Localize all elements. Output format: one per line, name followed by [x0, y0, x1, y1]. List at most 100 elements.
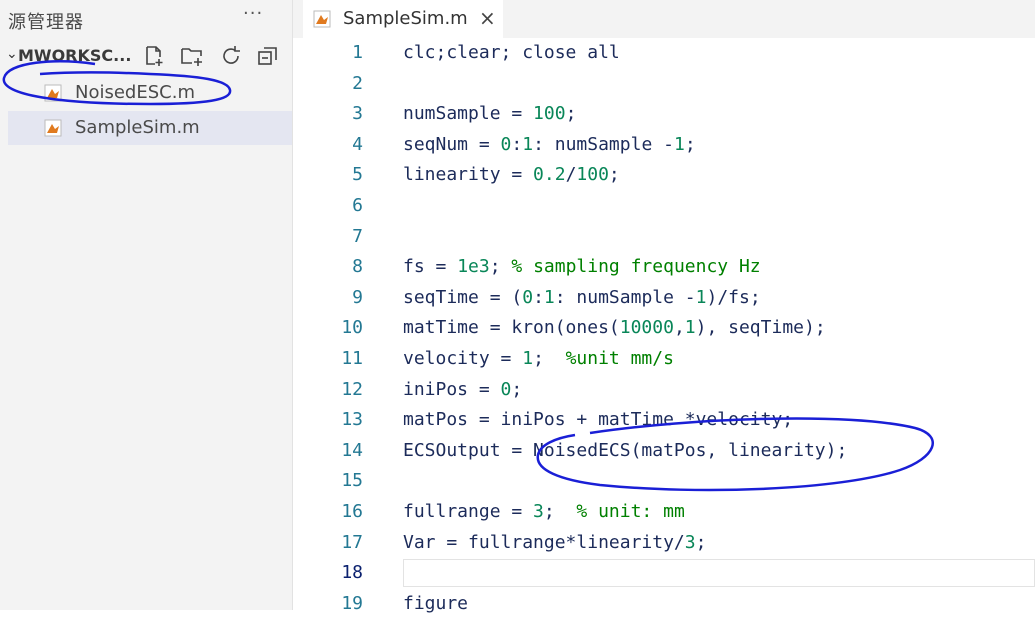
- code-line[interactable]: 8 fs = 1e3; % sampling frequency Hz: [293, 253, 1035, 283]
- code-line[interactable]: 1 clc;clear; close all: [293, 39, 1035, 69]
- code-line[interactable]: 5 linearity = 0.2/100;: [293, 161, 1035, 191]
- code-text: seqTime = (0:1: numSample -1)/fs;: [403, 287, 761, 308]
- more-actions-icon[interactable]: ···: [243, 3, 263, 24]
- file-label: NoisedESC.m: [75, 82, 195, 103]
- current-line-highlight: [403, 559, 1035, 588]
- close-icon[interactable]: ×: [479, 6, 496, 30]
- code-number: 1: [522, 348, 534, 369]
- code-text: seqNum = 0:1: numSample -1;: [403, 134, 696, 155]
- code-token: :: [511, 133, 523, 155]
- code-text: iniPos = 0;: [403, 379, 522, 400]
- line-number: 2: [352, 72, 363, 94]
- code-line[interactable]: 9 seqTime = (0:1: numSample -1)/fs;: [293, 284, 1035, 314]
- chevron-down-icon[interactable]: ⌄: [6, 46, 18, 62]
- new-file-icon[interactable]: [142, 44, 166, 68]
- line-number: 13: [341, 409, 363, 431]
- code-text: velocity = 1; %unit mm/s: [403, 348, 674, 369]
- code-token: :: [533, 286, 544, 308]
- code-line[interactable]: 2: [293, 70, 1035, 100]
- code-token: seqNum =: [403, 133, 501, 155]
- code-number: 1e3: [457, 256, 490, 278]
- line-number: 4: [352, 133, 363, 155]
- line-number: 14: [341, 439, 363, 461]
- code-number: 0.2: [533, 164, 566, 186]
- code-number: 1: [543, 286, 555, 308]
- code-token: : numSample -: [554, 286, 696, 308]
- code-token: clc;clear; close all: [403, 42, 620, 63]
- code-line[interactable]: 14 ECSOutput = NoisedECS(matPos, linearit…: [293, 437, 1035, 467]
- code-text: fullrange = 3; % unit: mm: [403, 501, 685, 522]
- tab-label: SampleSim.m: [343, 8, 468, 29]
- line-number: 16: [341, 501, 363, 522]
- workspace-folder-row[interactable]: ⌄ MWORKSC...: [0, 40, 292, 74]
- code-number: 1: [673, 133, 685, 155]
- code-text: figure: [403, 593, 468, 614]
- code-token: matTime = kron(ones(: [403, 317, 620, 339]
- code-line[interactable]: 7: [293, 223, 1035, 253]
- line-number: 9: [352, 286, 363, 308]
- code-token: linearity =: [403, 164, 534, 186]
- refresh-icon[interactable]: [219, 44, 243, 68]
- line-number: 18: [341, 562, 363, 584]
- code-number: 10000: [619, 317, 674, 339]
- matlab-file-icon: [44, 84, 62, 102]
- code-number: 1: [695, 286, 707, 308]
- tab-samplesim[interactable]: SampleSim.m ×: [303, 0, 503, 38]
- explorer-header: 源管理器 ···: [0, 0, 292, 38]
- code-line[interactable]: 15: [293, 467, 1035, 497]
- file-label: SampleSim.m: [75, 117, 200, 138]
- code-editor[interactable]: SampleSim.m × 1 clc;clear; close all 2 3 num…: [293, 0, 1035, 614]
- code-line[interactable]: 12 iniPos = 0;: [293, 376, 1035, 406]
- new-folder-icon[interactable]: [180, 44, 204, 68]
- line-number: 19: [341, 592, 363, 614]
- code-number: 0: [500, 133, 512, 155]
- code-token: ,: [673, 317, 685, 339]
- code-token: )/fs;: [706, 286, 761, 308]
- code-text: fs = 1e3; % sampling frequency Hz: [403, 256, 761, 277]
- code-token: iniPos =: [403, 378, 501, 400]
- code-comment: % sampling frequency Hz: [511, 256, 761, 278]
- file-item-noisedesc[interactable]: NoisedESC.m: [8, 76, 292, 110]
- code-line[interactable]: 18: [293, 559, 1035, 590]
- code-number: 100: [576, 164, 609, 186]
- file-explorer-sidebar: 源管理器 ··· ⌄ MWORKSC... NoisedESC.m Sample…: [0, 0, 293, 610]
- code-token: seqTime = (: [403, 286, 523, 308]
- tab-bar: SampleSim.m ×: [293, 0, 1035, 38]
- code-number: 100: [533, 103, 566, 125]
- code-line[interactable]: 19 figure: [293, 590, 1035, 620]
- code-line[interactable]: 17 Var = fullrange*linearity/3;: [293, 529, 1035, 559]
- code-number: 3: [684, 531, 696, 553]
- code-text: matPos = iniPos + matTime *velocity;: [403, 409, 793, 430]
- line-number: 12: [341, 378, 363, 400]
- code-text: clc;clear; close all: [403, 42, 620, 63]
- matlab-file-icon: [44, 119, 62, 137]
- code-line[interactable]: 6: [293, 192, 1035, 222]
- file-item-samplesim[interactable]: SampleSim.m: [8, 111, 292, 145]
- code-token: ;: [489, 256, 512, 278]
- code-line[interactable]: 11 velocity = 1; %unit mm/s: [293, 345, 1035, 375]
- matlab-file-icon: [313, 10, 331, 28]
- code-token: matPos = iniPos + matTime *velocity;: [403, 409, 794, 431]
- line-number: 10: [341, 317, 363, 339]
- code-line[interactable]: 16 fullrange = 3; % unit: mm: [293, 498, 1035, 528]
- line-number: 11: [341, 348, 363, 369]
- line-number: 7: [352, 225, 363, 247]
- code-text: matTime = kron(ones(10000,1), seqTime);: [403, 317, 826, 338]
- code-line[interactable]: 3 numSample = 100;: [293, 100, 1035, 130]
- code-line[interactable]: 10 matTime = kron(ones(10000,1), seqTime)…: [293, 314, 1035, 344]
- code-line[interactable]: 4 seqNum = 0:1: numSample -1;: [293, 131, 1035, 161]
- code-text: ECSOutput = NoisedECS(matPos, linearity)…: [403, 440, 847, 461]
- code-token: figure: [403, 592, 469, 614]
- code-token: numSample =: [403, 103, 534, 125]
- code-token: ;: [565, 103, 577, 125]
- code-token: /: [565, 164, 577, 186]
- workspace-name: MWORKSC...: [18, 46, 132, 65]
- code-line[interactable]: 13 matPos = iniPos + matTime *velocity;: [293, 406, 1035, 436]
- explorer-title: 源管理器: [8, 12, 84, 33]
- code-token: ;: [608, 164, 620, 186]
- code-number: 0: [500, 378, 512, 400]
- code-number: 1: [522, 133, 534, 155]
- code-number: 1: [684, 317, 696, 339]
- line-number: 6: [352, 195, 363, 216]
- collapse-all-icon[interactable]: [256, 44, 280, 68]
